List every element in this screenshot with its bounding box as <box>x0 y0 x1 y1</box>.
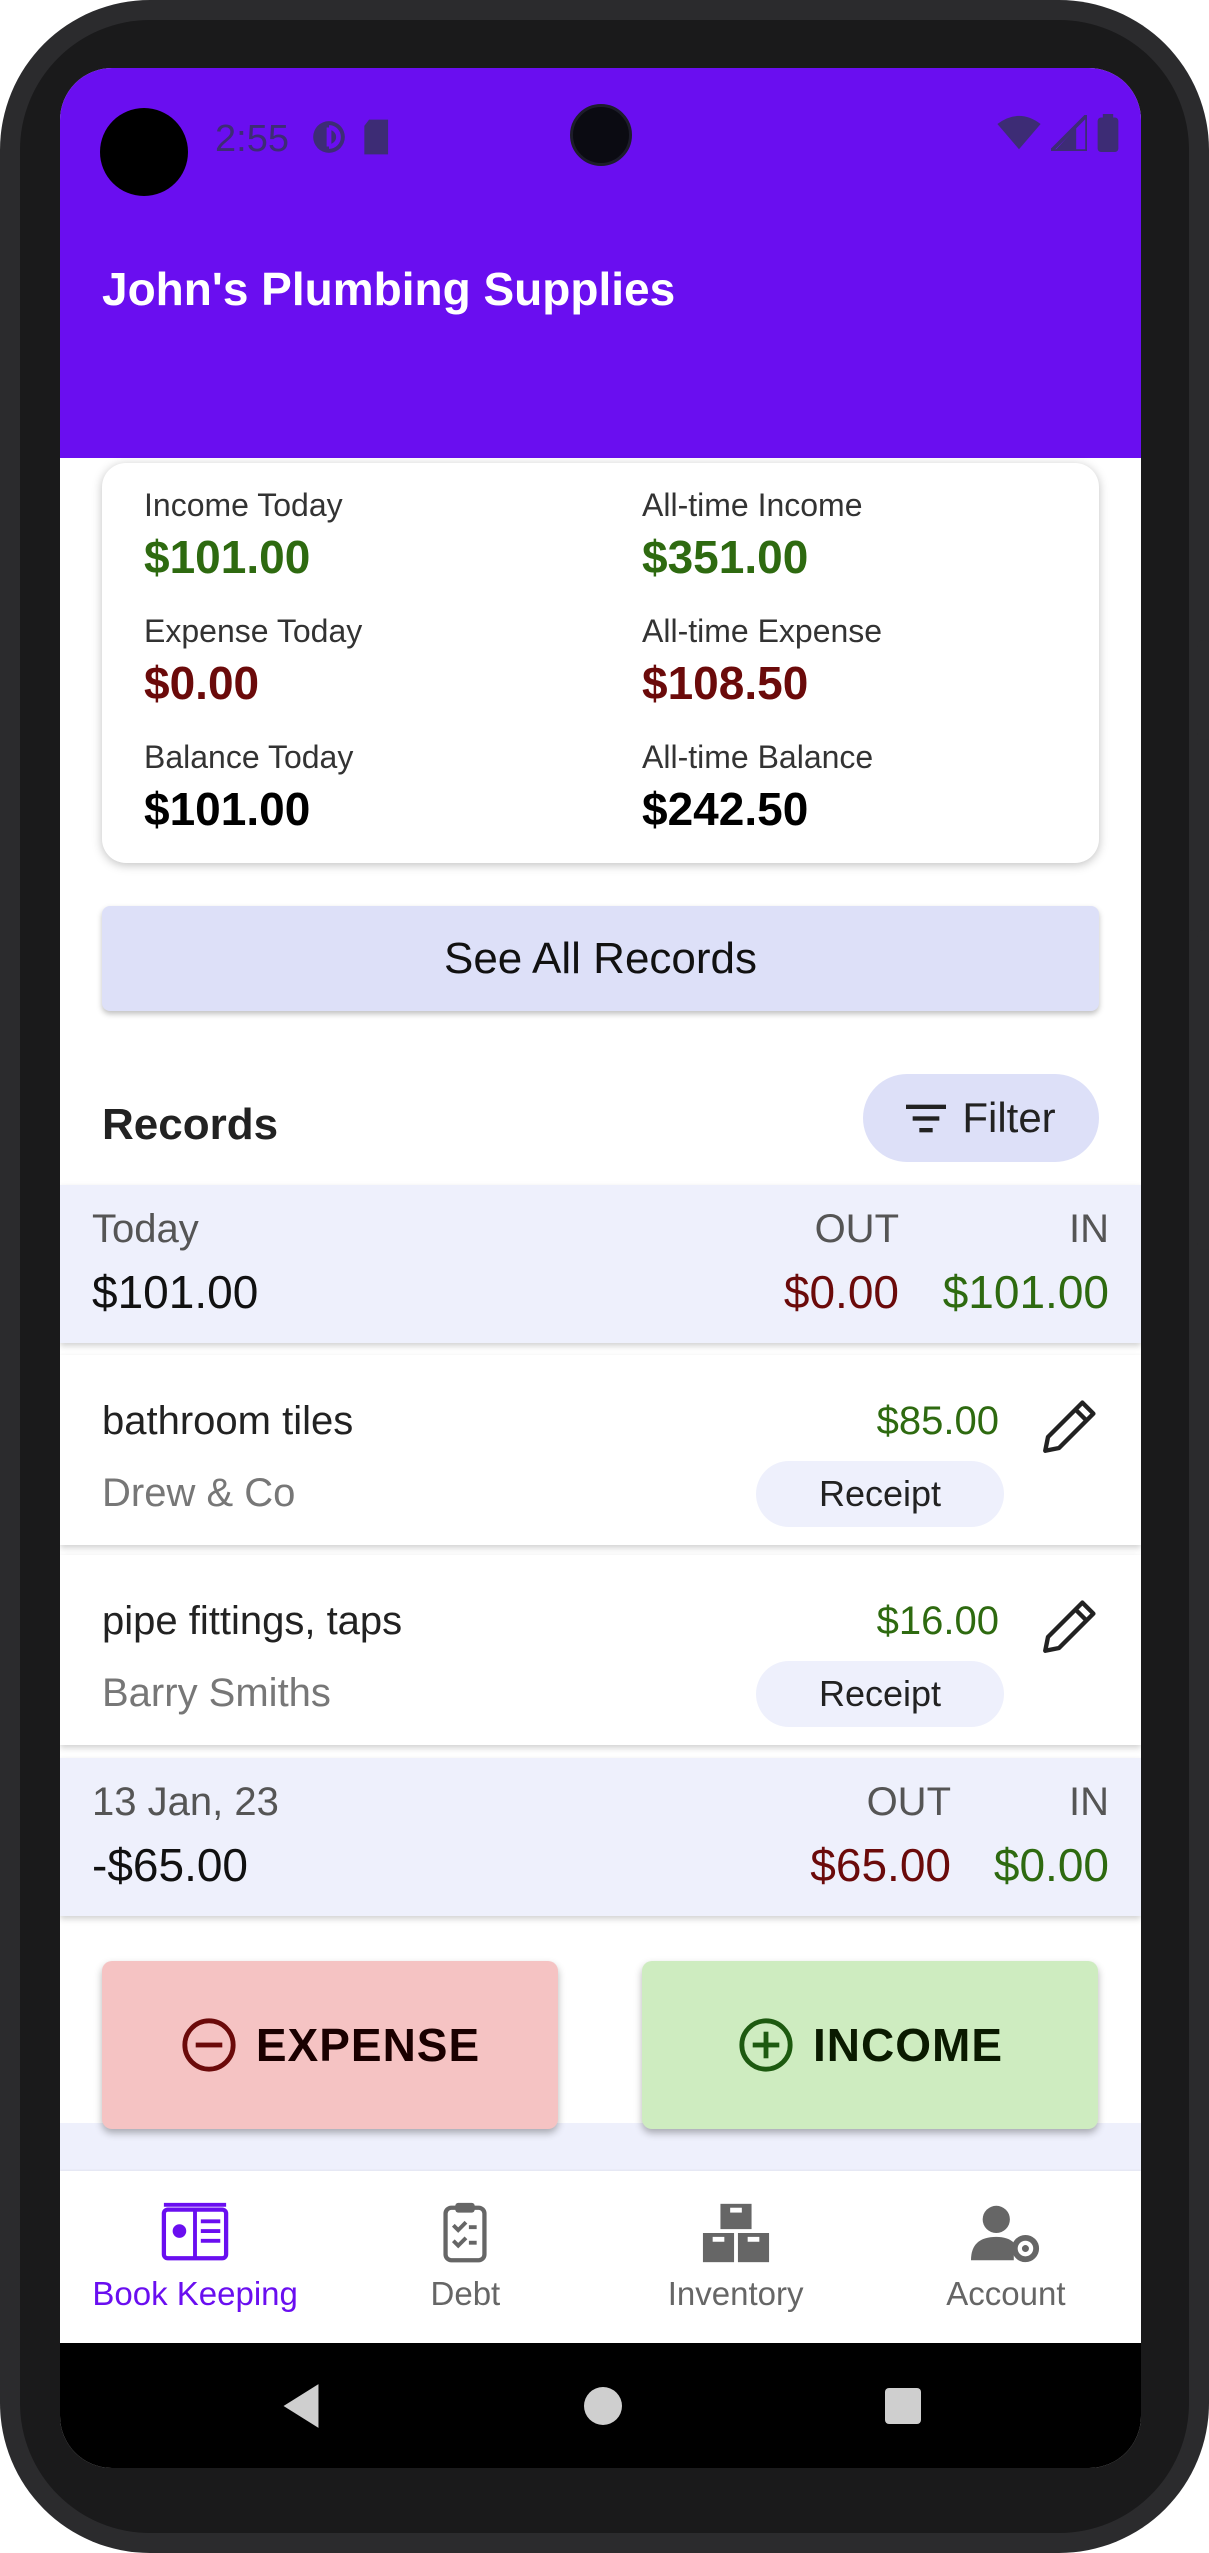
bottom-nav: Book Keeping Debt Inventory Account <box>60 2171 1141 2343</box>
record-item[interactable]: pipe fittings, taps Barry Smiths $16.00 … <box>60 1555 1141 1745</box>
nav-inventory[interactable]: Inventory <box>601 2171 871 2343</box>
front-camera <box>570 104 632 166</box>
alltime-income-value: $351.00 <box>642 531 809 583</box>
day-header-today: Today $101.00 OUT IN $0.00 $101.00 <box>60 1185 1141 1343</box>
record-name: pipe fittings, taps <box>102 1599 403 1643</box>
alltime-income-label: All-time Income <box>642 487 863 523</box>
out-value: $65.00 <box>810 1839 951 1891</box>
balance-today: Balance Today $101.00 <box>144 739 353 836</box>
book-icon <box>161 2202 229 2261</box>
sd-card-icon <box>364 119 389 155</box>
add-income-button[interactable]: INCOME <box>642 1961 1098 2129</box>
in-value: $0.00 <box>993 1839 1109 1891</box>
receipt-button[interactable]: Receipt <box>756 1661 1004 1727</box>
expense-today-value: $0.00 <box>144 657 260 709</box>
notification-icon <box>313 121 345 153</box>
status-icons <box>997 114 1119 152</box>
minus-circle-icon <box>182 2018 236 2072</box>
balance-today-value: $101.00 <box>144 783 311 835</box>
status-time: 2:55 <box>215 118 289 160</box>
day-header-13-jan: 13 Jan, 23 -$65.00 OUT IN $65.00 $0.00 <box>60 1758 1141 1916</box>
clipboard-check-icon <box>443 2202 487 2263</box>
screen: 2:55 John's Plumbing Supplies Income Tod… <box>60 68 1141 2468</box>
alltime-balance-value: $242.50 <box>642 783 809 835</box>
income-today-label: Income Today <box>144 487 343 523</box>
nav-book-keeping[interactable]: Book Keeping <box>60 2171 330 2343</box>
alltime-expense-value: $108.50 <box>642 657 809 709</box>
record-amount: $85.00 <box>876 1399 999 1443</box>
out-label: OUT <box>814 1207 899 1251</box>
expense-today: Expense Today $0.00 <box>144 613 362 710</box>
nav-account[interactable]: Account <box>871 2171 1141 2343</box>
wifi-icon <box>997 115 1041 150</box>
in-label: IN <box>1069 1780 1109 1824</box>
receipt-button[interactable]: Receipt <box>756 1461 1004 1527</box>
nav-label: Inventory <box>667 2275 804 2312</box>
alltime-expense: All-time Expense $108.50 <box>642 613 882 710</box>
battery-icon <box>1097 114 1119 152</box>
signal-icon <box>1051 115 1087 151</box>
alltime-income: All-time Income $351.00 <box>642 487 863 584</box>
alltime-expense-label: All-time Expense <box>642 613 883 649</box>
back-icon[interactable] <box>279 2382 323 2430</box>
out-label: OUT <box>866 1780 951 1824</box>
record-name: bathroom tiles <box>102 1399 354 1443</box>
filter-button[interactable]: Filter <box>863 1074 1099 1162</box>
day-total: $101.00 <box>92 1266 259 1318</box>
income-today: Income Today $101.00 <box>144 487 343 584</box>
record-party: Drew & Co <box>102 1471 296 1515</box>
in-value: $101.00 <box>942 1266 1109 1318</box>
expense-today-label: Expense Today <box>144 613 363 649</box>
nav-label: Book Keeping <box>92 2275 298 2312</box>
status-dot <box>100 108 188 196</box>
in-label: IN <box>1069 1207 1109 1251</box>
app-bar: John's Plumbing Supplies <box>60 204 1141 458</box>
filter-label: Filter <box>962 1094 1056 1141</box>
add-expense-button[interactable]: EXPENSE <box>102 1961 558 2129</box>
day-total: -$65.00 <box>92 1839 249 1891</box>
user-gear-icon <box>970 2205 1039 2263</box>
edit-pencil-icon[interactable] <box>1037 1593 1103 1659</box>
record-party: Barry Smiths <box>102 1671 331 1715</box>
balance-today-label: Balance Today <box>144 739 354 775</box>
boxes-icon <box>702 2203 769 2263</box>
record-item[interactable]: bathroom tiles Drew & Co $85.00 Receipt <box>60 1355 1141 1545</box>
day-date: 13 Jan, 23 <box>92 1780 279 1824</box>
status-bar: 2:55 <box>60 68 1141 204</box>
system-nav-bar <box>60 2343 1141 2468</box>
alltime-balance: All-time Balance $242.50 <box>642 739 873 836</box>
nav-label: Debt <box>430 2275 501 2312</box>
recents-icon[interactable] <box>883 2386 923 2426</box>
records-title: Records <box>102 1100 279 1149</box>
volume-button <box>1197 640 1209 740</box>
home-icon[interactable] <box>583 2386 623 2426</box>
nav-label: Account <box>946 2275 1066 2312</box>
business-title: John's Plumbing Supplies <box>102 263 676 315</box>
nav-debt[interactable]: Debt <box>330 2171 600 2343</box>
alltime-balance-label: All-time Balance <box>642 739 874 775</box>
plus-circle-icon <box>739 2018 793 2072</box>
day-date: Today <box>92 1207 199 1251</box>
income-today-value: $101.00 <box>144 531 311 583</box>
see-all-records-button[interactable]: See All Records <box>102 906 1099 1011</box>
record-amount: $16.00 <box>876 1599 999 1643</box>
edit-pencil-icon[interactable] <box>1037 1393 1103 1459</box>
out-value: $0.00 <box>783 1266 899 1318</box>
expense-label: EXPENSE <box>255 2019 481 2071</box>
summary-card: Income Today $101.00 Expense Today $0.00… <box>102 463 1099 863</box>
income-label: INCOME <box>813 2019 1003 2071</box>
filter-icon <box>906 1104 947 1133</box>
power-button <box>1197 930 1209 1250</box>
